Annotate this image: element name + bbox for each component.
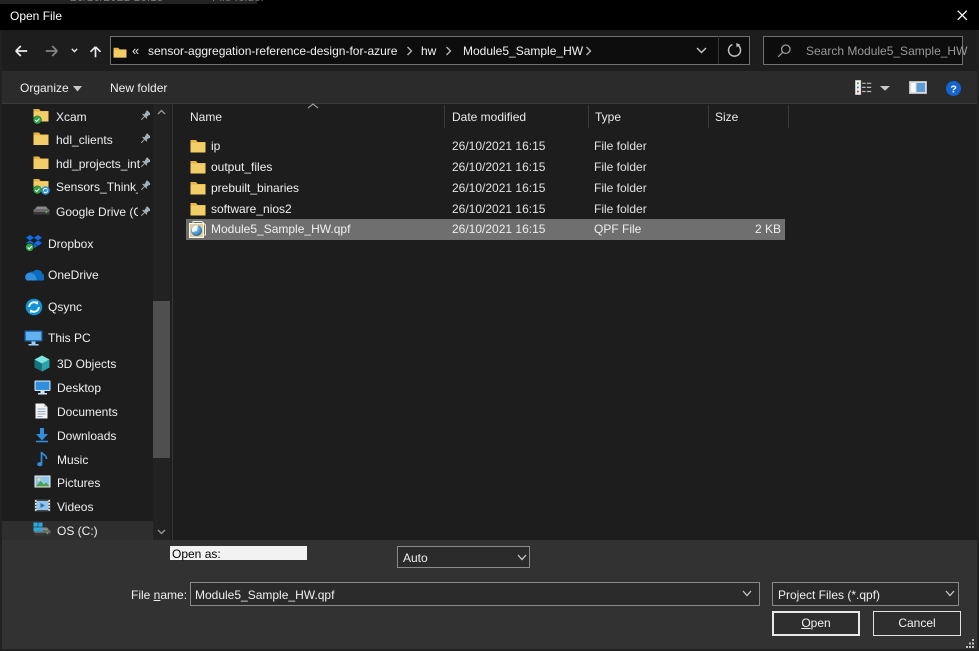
svg-text:?: ? [950, 83, 956, 95]
